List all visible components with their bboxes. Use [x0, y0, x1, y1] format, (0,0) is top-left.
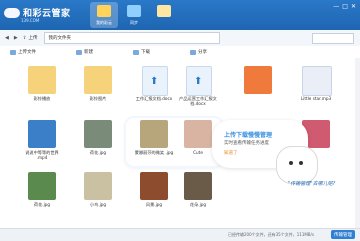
file-item[interactable]: 荷花.jpg [20, 168, 64, 220]
share-icon [190, 49, 196, 55]
upload-arrow-icon: ⬆ [194, 76, 203, 87]
upload-icon [10, 49, 16, 55]
file-item[interactable]: 彩铃播放 [20, 62, 64, 114]
file-item[interactable]: 荷花.jpg [76, 116, 120, 168]
image-thumbnail [184, 120, 212, 148]
download-icon [133, 49, 139, 55]
music-icon [302, 66, 332, 96]
status-text: 已经传输200个文件，还有35个文件，111MB/s [228, 232, 314, 237]
minimize-icon[interactable]: — [333, 3, 339, 10]
app-subtitle: 139.COM [21, 18, 40, 23]
nav-toolbar: ◀ ▶ ⇪ 上传 我的文件夹 [0, 30, 360, 47]
status-bar: 已经传输200个文件，还有35个文件，111MB/s 传输管理 [0, 228, 360, 241]
breadcrumb[interactable]: 我的文件夹 [43, 32, 220, 44]
mascot-illustration [276, 146, 318, 184]
upload-file-button[interactable]: 上传文件 [10, 49, 36, 55]
app-header: 和彩云管家 139.COM 我的彩云 同步 — □ ✕ [0, 0, 360, 30]
sync-icon [127, 5, 141, 17]
image-thumbnail [84, 172, 112, 200]
video-icon [28, 120, 56, 148]
folder-icon [28, 66, 56, 94]
image-thumbnail [84, 120, 112, 148]
file-item[interactable]: 蒙娜丽莎的微笑 .jpg [132, 116, 176, 168]
got-it-link[interactable]: 知道了 [224, 150, 238, 156]
file-item[interactable]: Little star.mp3 [294, 62, 338, 114]
upload-icon: ⇪ [22, 35, 27, 41]
file-item[interactable]: 小鸟.jpg [76, 168, 120, 220]
upload-arrow-icon: ⬆ [150, 76, 159, 87]
window-controls: — □ ✕ [333, 3, 356, 10]
image-thumbnail [140, 172, 168, 200]
image-thumbnail [184, 172, 212, 200]
mascot-speech: "传输管理"去哪儿呢? [288, 181, 336, 187]
new-folder-button[interactable]: 新建 [76, 49, 93, 55]
cloud-logo-icon [4, 7, 20, 18]
image-thumbnail [140, 120, 168, 148]
cloud-drive-icon [97, 5, 111, 17]
word-doc-icon: ⬆ [186, 66, 212, 96]
file-item[interactable]: 花朵.jpg [176, 168, 220, 220]
mascot-eye-icon [289, 161, 293, 165]
back-arrow-icon[interactable]: ◀ [5, 35, 9, 41]
file-item[interactable]: 彩铃图片 [76, 62, 120, 114]
file-item[interactable] [236, 62, 280, 114]
file-item[interactable]: ⬆ 工作汇报文档.docx [132, 62, 176, 114]
mail-icon [157, 5, 171, 17]
maximize-icon[interactable]: □ [342, 3, 348, 10]
tab-sync[interactable]: 同步 [120, 2, 148, 28]
search-input[interactable] [312, 33, 354, 44]
download-button[interactable]: 下载 [133, 49, 150, 55]
upload-nav-button[interactable]: ⇪ 上传 [22, 35, 38, 42]
file-item[interactable]: 说说中等等的世界 .mp4 [20, 116, 64, 168]
tab-my-cloud[interactable]: 我的彩云 [90, 2, 118, 28]
mascot-eye-icon [299, 161, 303, 165]
folder-icon [84, 66, 112, 94]
forward-arrow-icon[interactable]: ▶ [14, 35, 18, 41]
file-item[interactable]: ⬆ 产品运营工作汇报文档.docx [176, 62, 220, 114]
share-button[interactable]: 分享 [190, 49, 207, 55]
image-thumbnail [28, 172, 56, 200]
file-item[interactable]: 风景.jpg [132, 168, 176, 220]
doc-icon: ⬆ [142, 66, 168, 96]
tab-mail[interactable] [150, 2, 178, 28]
scrollbar[interactable] [355, 58, 360, 228]
new-folder-icon [76, 49, 82, 55]
transfer-manager-button[interactable]: 传输管理 [331, 230, 355, 239]
close-icon[interactable]: ✕ [351, 3, 356, 10]
ppt-icon [244, 66, 272, 94]
